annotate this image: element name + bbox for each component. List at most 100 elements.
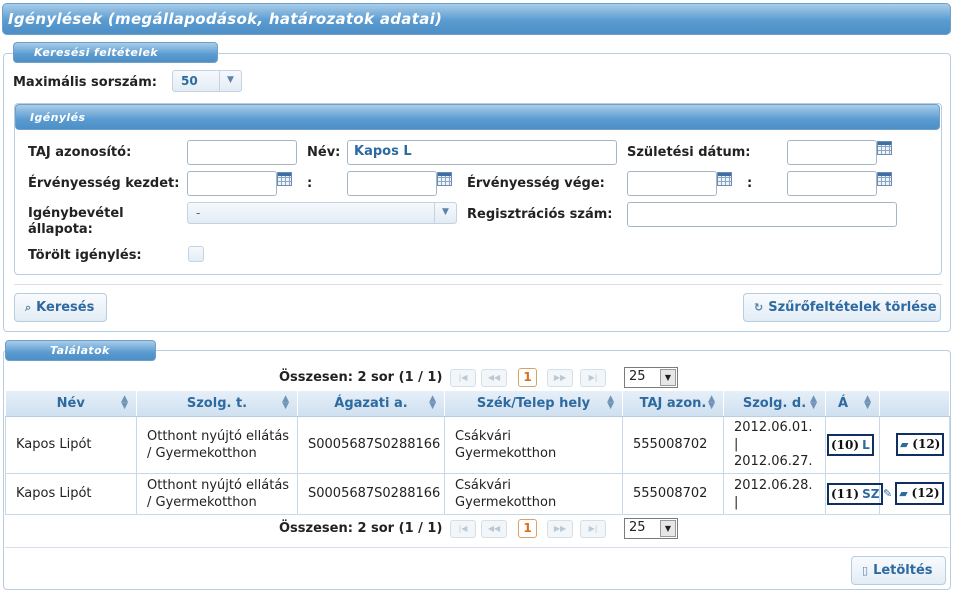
last-page-icon[interactable]: ▶| <box>580 520 606 538</box>
table-header: Név ▲ ▼ Szolg. t. ▲ ▼ Ágazati a. ▲ ▼ Szék/Tele… <box>5 391 950 417</box>
cell-service: Otthont nyújtó ellátás / Gyermekotthon <box>136 415 298 474</box>
column-header-date[interactable]: Szolg. d. ▲ ▼ <box>723 391 826 417</box>
prev-page-icon[interactable]: ◀◀ <box>481 520 507 538</box>
calendar-icon[interactable] <box>437 172 452 186</box>
open-button[interactable]: ▰ (12) <box>896 433 945 456</box>
column-header-state[interactable]: Á ▲ ▼ <box>825 391 880 417</box>
column-header-taj[interactable]: TAJ azon. ▲ ▼ <box>622 391 724 417</box>
valid-start-to-input[interactable] <box>347 171 437 196</box>
download-button-label: Letöltés <box>873 563 933 578</box>
sort-icon: ▲ ▼ <box>429 394 436 411</box>
search-criteria-legend: Keresési feltételek <box>13 42 218 63</box>
chevron-down-icon: ▼ <box>219 71 241 91</box>
column-header-sector[interactable]: Ágazati a. ▲ ▼ <box>297 391 445 417</box>
search-button[interactable]: ⌕ Keresés <box>14 293 107 322</box>
calendar-icon[interactable] <box>717 172 732 186</box>
deleted-checkbox[interactable] <box>188 246 204 262</box>
column-header-site[interactable]: Szék/Telep hely ▲ ▼ <box>444 391 623 417</box>
cell-actions: ▰ (12) <box>879 415 950 474</box>
range-separator: : <box>307 176 313 191</box>
sort-icon: ▲ ▼ <box>864 394 871 411</box>
sort-icon: ▲ ▼ <box>607 394 614 411</box>
registration-input[interactable] <box>627 202 897 227</box>
table-row[interactable]: Kapos Lipót Otthont nyújtó ellátás / Gyer… <box>5 472 950 515</box>
valid-end-from-input[interactable] <box>627 171 717 196</box>
name-input[interactable]: Kapos L <box>347 140 617 165</box>
max-row-value: 50 <box>181 74 198 88</box>
search-button-label: Keresés <box>36 300 95 315</box>
column-header-name[interactable]: Név ▲ ▼ <box>5 391 137 417</box>
next-page-icon[interactable]: ▶▶ <box>547 369 573 387</box>
status-label-line-2: állapota: <box>28 222 93 237</box>
sort-icon: ▲ ▼ <box>810 394 817 411</box>
cell-actions: ✎ ▰ (12) <box>879 472 950 515</box>
page-number[interactable]: 1 <box>518 519 537 538</box>
max-row-label: Maximális sorszám: <box>13 75 157 90</box>
clear-filters-button[interactable]: ↻ Szűrőfeltételek törlése <box>743 293 941 322</box>
birth-date-input[interactable] <box>787 140 877 165</box>
page-size-select[interactable]: 25 ▼ <box>624 367 678 388</box>
refresh-icon: ↻ <box>754 301 764 314</box>
cell-state[interactable]: (10) L <box>825 415 880 474</box>
folder-open-icon: ▰ <box>900 438 909 451</box>
valid-end-to-input[interactable] <box>787 171 877 196</box>
cell-site: Csákvári Gyermekotthon <box>444 415 623 474</box>
document-icon: ▯ <box>862 564 869 577</box>
cell-service: Otthont nyújtó ellátás / Gyermekotthon <box>136 472 298 515</box>
status-label-line-1: Igénybevétel <box>28 206 124 221</box>
taj-input[interactable] <box>187 140 297 165</box>
edit-icon[interactable]: ✎ <box>883 487 892 500</box>
status-select[interactable]: - ▼ <box>187 202 457 224</box>
page-number[interactable]: 1 <box>518 368 537 387</box>
cell-sector: S0005687S0288166 <box>297 472 445 515</box>
prev-page-icon[interactable]: ◀◀ <box>481 369 507 387</box>
folder-open-icon: ▰ <box>899 487 908 500</box>
first-page-icon[interactable]: |◀ <box>450 520 476 538</box>
cell-name: Kapos Lipót <box>5 472 137 515</box>
pager-total: Összesen: 2 sor (1 / 1) <box>279 521 443 536</box>
chevron-down-icon: ▼ <box>434 203 456 223</box>
cell-sector: S0005687S0288166 <box>297 415 445 474</box>
page-size-value: 25 <box>629 369 646 384</box>
valid-end-label: Érvényesség vége: <box>467 176 605 191</box>
request-legend: Igénylés <box>15 104 940 130</box>
state-badge[interactable]: (10) L <box>827 433 874 456</box>
deleted-label: Törölt igénylés: <box>28 248 142 263</box>
page-title: Igénylések (megállapodások, határozatok … <box>2 3 951 35</box>
sort-icon: ▲ ▼ <box>282 394 289 411</box>
range-separator: : <box>747 176 753 191</box>
sort-icon: ▲ ▼ <box>708 394 715 411</box>
column-header-service[interactable]: Szolg. t. ▲ ▼ <box>136 391 298 417</box>
download-button[interactable]: ▯ Letöltés <box>851 556 946 585</box>
calendar-icon[interactable] <box>877 141 892 155</box>
cell-state[interactable]: (11) SZ <box>825 472 884 515</box>
pager-total: Összesen: 2 sor (1 / 1) <box>279 370 443 385</box>
cell-taj: 555008702 <box>622 472 724 515</box>
table-row[interactable]: Kapos Lipót Otthont nyújtó ellátás / Gyer… <box>5 415 950 474</box>
sort-icon: ▲ ▼ <box>121 394 128 411</box>
first-page-icon[interactable]: |◀ <box>450 369 476 387</box>
page-size-select[interactable]: 25 ▼ <box>624 518 678 539</box>
cell-name: Kapos Lipót <box>5 415 137 474</box>
column-header-actions <box>879 391 950 417</box>
status-value: - <box>196 206 201 220</box>
state-badge[interactable]: (11) SZ <box>827 482 884 505</box>
clear-filters-label: Szűrőfeltételek törlése <box>768 300 937 315</box>
magnifier-icon: ⌕ <box>25 301 32 314</box>
calendar-icon[interactable] <box>277 172 292 186</box>
taj-label: TAJ azonosító: <box>28 145 132 160</box>
results-legend: Találatok <box>5 340 156 361</box>
name-label: Név: <box>307 145 341 160</box>
valid-start-from-input[interactable] <box>187 171 277 196</box>
max-row-select[interactable]: 50 ▼ <box>172 70 242 92</box>
calendar-icon[interactable] <box>877 172 892 186</box>
cell-date: 2012.06.28. | <box>723 472 826 515</box>
open-button[interactable]: ▰ (12) <box>895 482 944 505</box>
page-size-value: 25 <box>629 520 646 535</box>
next-page-icon[interactable]: ▶▶ <box>547 520 573 538</box>
results-table: Név ▲ ▼ Szolg. t. ▲ ▼ Ágazati a. ▲ ▼ Szék/Tele… <box>5 391 950 515</box>
cell-site: Csákvári Gyermekotthon <box>444 472 623 515</box>
last-page-icon[interactable]: ▶| <box>580 369 606 387</box>
valid-start-label: Érvényesség kezdet: <box>28 176 180 191</box>
cell-taj: 555008702 <box>622 415 724 474</box>
